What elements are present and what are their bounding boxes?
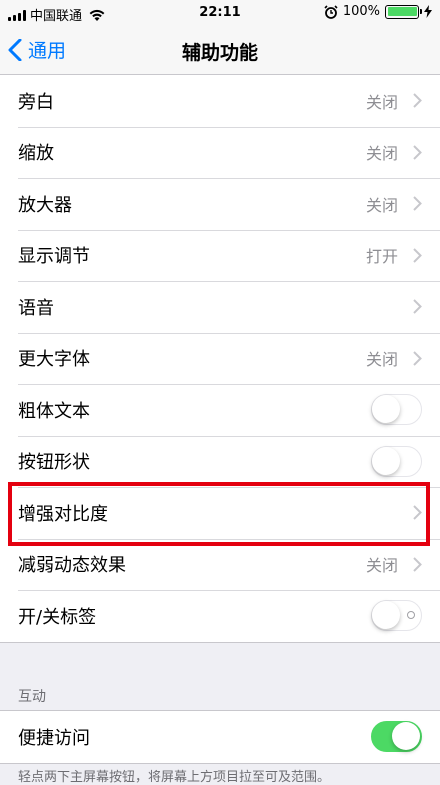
battery-icon — [385, 4, 422, 19]
reachability-toggle[interactable] — [371, 721, 422, 752]
status-bar: 中国联通 22:11 100% — [0, 0, 440, 26]
battery-percent: 100% — [342, 4, 380, 19]
row-label: 粗体文本 — [18, 400, 90, 422]
chevron-right-icon — [413, 505, 422, 520]
navigation-bar: 通用 辅助功能 — [0, 26, 440, 75]
row-label: 显示调节 — [18, 246, 90, 268]
row-detail: 关闭 — [365, 350, 398, 370]
row-label: 便捷访问 — [18, 727, 90, 749]
row-label: 更大字体 — [18, 349, 90, 371]
settings-row[interactable]: 语音 — [0, 281, 440, 333]
chevron-right-icon — [413, 350, 422, 366]
row-label: 语音 — [18, 297, 54, 319]
row-detail: 关闭 — [365, 556, 398, 576]
toggle-switch[interactable] — [371, 600, 422, 631]
toggle-switch[interactable] — [371, 445, 422, 477]
settings-row[interactable]: 增强对比度 — [0, 487, 440, 539]
row-label: 放大器 — [18, 194, 72, 216]
settings-row[interactable]: 粗体文本 — [0, 384, 440, 436]
settings-row[interactable]: 缩放 关闭 — [0, 126, 440, 179]
row-label: 按钮形状 — [18, 452, 90, 474]
settings-row[interactable]: 显示调节 打开 — [0, 229, 440, 282]
toggle-switch[interactable] — [371, 394, 422, 425]
row-detail: 打开 — [365, 247, 398, 267]
row-label: 开/关标签 — [18, 606, 97, 628]
alarm-icon — [324, 4, 338, 19]
row-label: 减弱动态效果 — [18, 555, 126, 577]
chevron-right-icon — [413, 196, 422, 211]
chevron-right-icon — [413, 93, 422, 108]
page-title: 辅助功能 — [181, 42, 258, 64]
chevron-right-icon — [413, 247, 422, 263]
settings-row[interactable]: 旁白 关闭 — [0, 75, 440, 127]
chevron-right-icon — [413, 556, 422, 572]
settings-list: 旁白 关闭 缩放 关闭 放大器 关闭 显示调节 打开 语音 更大字体 关闭 粗体文本 按钮形状 增强对比度… — [0, 75, 440, 643]
settings-row[interactable]: 放大器 关闭 — [0, 178, 440, 230]
settings-row[interactable]: 更大字体 关闭 — [0, 332, 440, 385]
row-label: 缩放 — [18, 143, 54, 165]
settings-row-reachability[interactable]: 便捷访问 — [0, 711, 440, 763]
interaction-list: 便捷访问 — [0, 710, 440, 764]
chevron-right-icon — [413, 299, 422, 314]
settings-row[interactable]: 减弱动态效果 关闭 — [0, 538, 440, 591]
row-detail: 关闭 — [365, 195, 398, 215]
settings-row[interactable]: 按钮形状 — [0, 435, 440, 488]
charging-icon — [424, 5, 432, 18]
status-right: 100% — [324, 4, 432, 19]
settings-row[interactable]: 开/关标签 — [0, 590, 440, 642]
row-detail: 关闭 — [365, 144, 398, 164]
chevron-right-icon — [413, 144, 422, 160]
row-label: 增强对比度 — [18, 503, 108, 525]
row-label: 旁白 — [18, 91, 54, 113]
section-header-interaction: 互动 — [18, 689, 46, 705]
section-footer: 轻点两下主屏幕按钮，将屏幕上方项目拉至可及范围。 — [18, 770, 331, 785]
row-detail: 关闭 — [365, 92, 398, 112]
